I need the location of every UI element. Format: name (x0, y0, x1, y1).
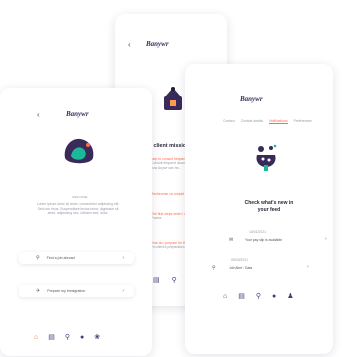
left-illustration (64, 138, 94, 164)
left-body-text: Lorem ipsum dolor sit amet, consectetur … (36, 202, 120, 216)
prepare-immigration-row[interactable]: ✈ Prepare my immigration › (19, 285, 134, 297)
right-illustration (256, 144, 277, 171)
tab-preferences[interactable]: Preferences (294, 119, 312, 124)
notification-2[interactable]: 05/03/2021 ⚲ Job Alert : Data › (207, 258, 332, 282)
tab-notifications[interactable]: Notifications (269, 119, 288, 124)
notification-2-chevron-icon: › (307, 264, 309, 270)
center-title: y client missio (149, 143, 187, 149)
calendar-icon[interactable]: ▤ (238, 292, 245, 300)
right-logo: Banywr (240, 95, 263, 103)
plane-icon: ✈ (36, 288, 41, 294)
tab-contact-details[interactable]: Contact details (241, 119, 263, 124)
home-icon[interactable]: ⌂ (34, 334, 38, 341)
home-icon[interactable]: ⌂ (223, 293, 227, 300)
right-phone: Banywr Contact Contact details Notificat… (185, 64, 333, 354)
center-back-button[interactable]: ‹ (128, 40, 131, 49)
left-phone: ‹ Banywr WELCOME Lorem ipsum dolor sit a… (0, 88, 152, 356)
calendar-icon[interactable]: ▤ (153, 276, 160, 284)
notification-1[interactable]: 10/01/2021 ✉ Your pay slip is available … (207, 230, 332, 254)
leaf-icon[interactable]: ❀ (94, 333, 100, 341)
left-bottom-nav: ⌂ ▤ ⚲ ● ❀ (34, 333, 100, 342)
notification-2-text: Job Alert : Data (229, 266, 253, 270)
notification-2-date: 05/03/2021 (231, 258, 248, 262)
people-icon[interactable]: ♟ (287, 292, 293, 300)
search-icon[interactable]: ⚲ (172, 276, 177, 284)
prepare-immigration-chevron-icon: › (122, 288, 124, 294)
right-bottom-nav: ⌂ ▤ ⚲ ● ♟ (223, 292, 294, 301)
search-icon[interactable]: ⚲ (65, 333, 70, 341)
user-icon[interactable]: ● (80, 334, 84, 341)
right-headline: Check what's new in your feed (244, 200, 294, 213)
find-job-chevron-icon: › (122, 255, 124, 261)
find-job-label: Find a job abroad (46, 256, 75, 260)
find-job-row[interactable]: ⚲ Find a job abroad › (19, 252, 134, 264)
notification-1-text: Your pay slip is available (245, 238, 283, 242)
notification-1-date: 10/01/2021 (249, 230, 266, 234)
notification-1-chevron-icon: › (325, 236, 327, 242)
calendar-icon[interactable]: ▤ (48, 333, 55, 341)
mail-icon: ✉ (229, 237, 234, 243)
tab-contact[interactable]: Contact (223, 119, 235, 124)
user-icon[interactable]: ● (272, 293, 276, 300)
left-logo: Banywr (66, 110, 89, 118)
left-welcome-tag: WELCOME (72, 195, 88, 199)
search-icon: ⚲ (36, 255, 40, 261)
prepare-immigration-label: Prepare my immigration (47, 289, 86, 293)
center-logo: Banywr (146, 40, 169, 48)
search-icon[interactable]: ⚲ (256, 292, 261, 300)
left-back-button[interactable]: ‹ (37, 110, 40, 119)
right-tabs: Contact Contact details Notifications Pr… (223, 119, 312, 124)
search-icon: ⚲ (212, 265, 216, 271)
